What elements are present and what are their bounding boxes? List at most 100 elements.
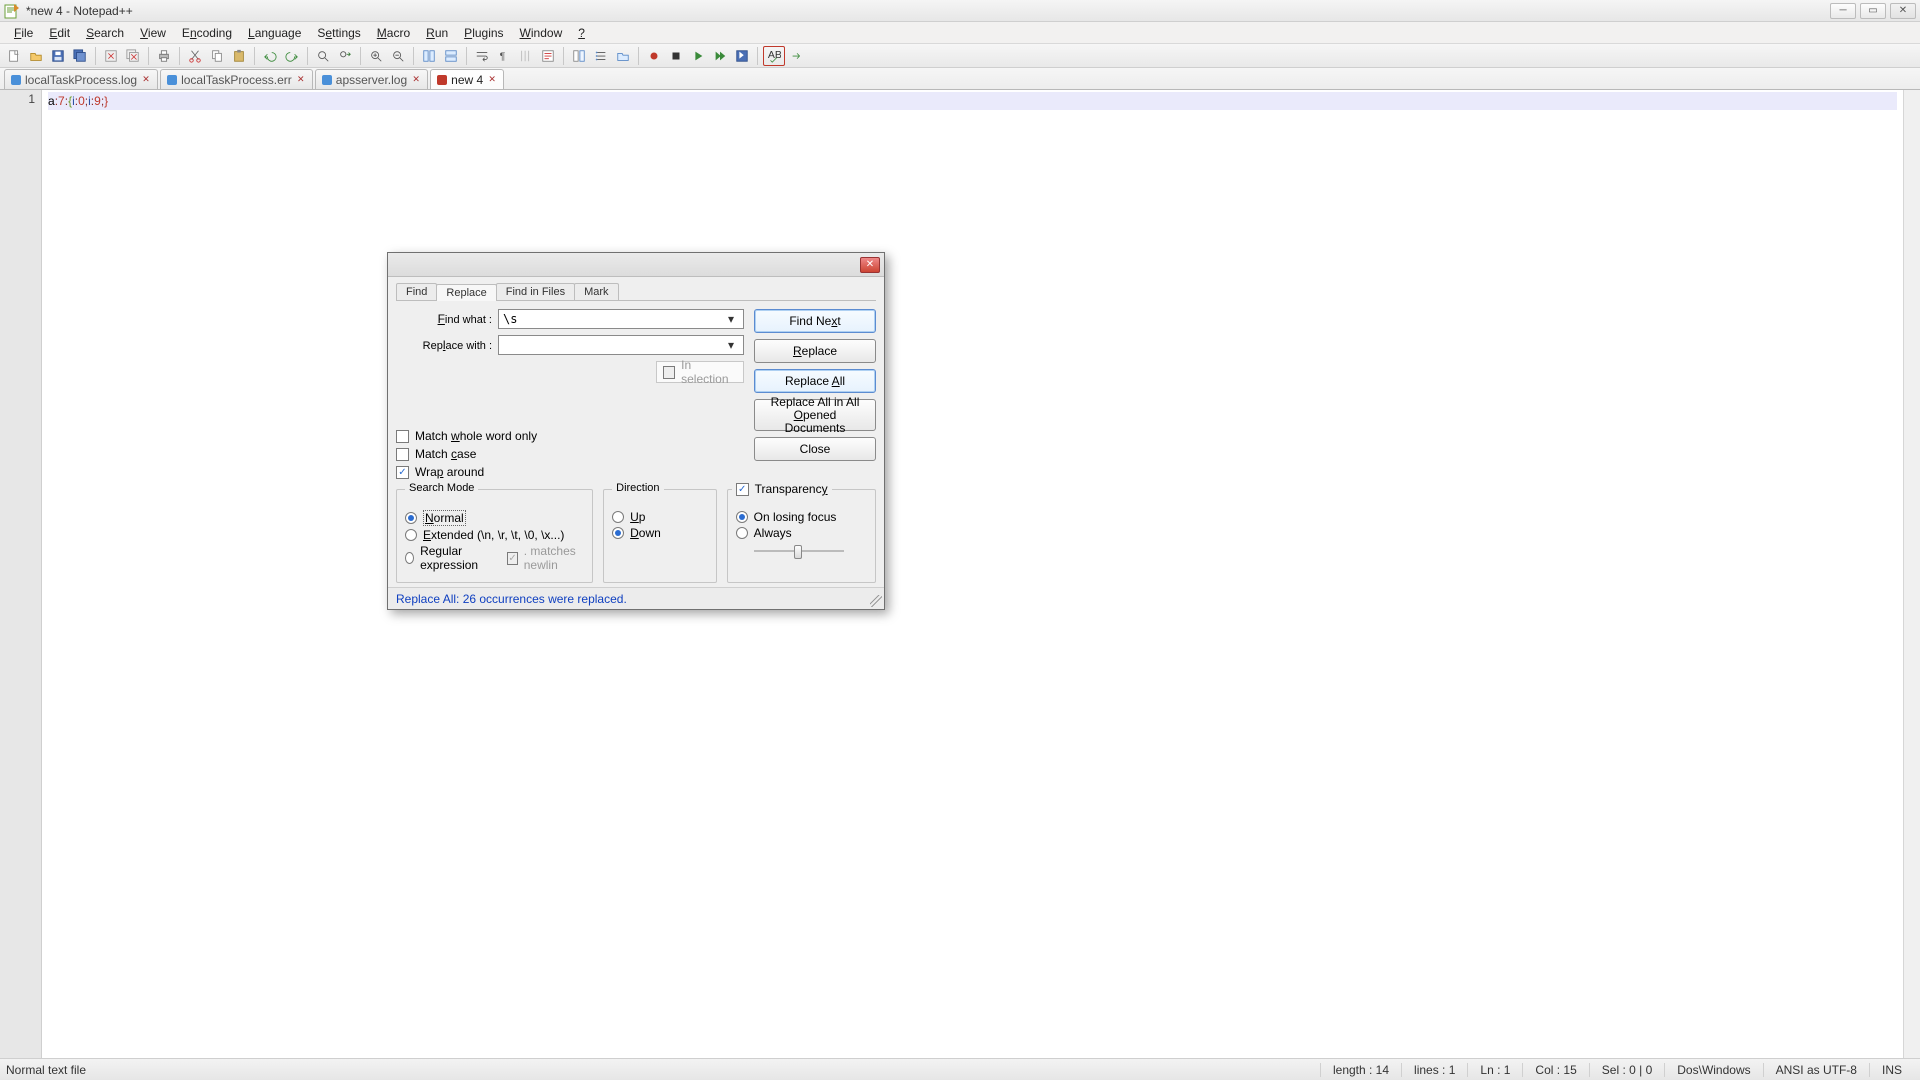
search-mode-regex[interactable]: Regular expression ✓. matches newlin	[405, 544, 584, 572]
doc-map-icon[interactable]	[569, 46, 589, 66]
dropdown-icon[interactable]: ▾	[723, 312, 739, 326]
find-icon[interactable]	[313, 46, 333, 66]
transparency-slider[interactable]	[754, 542, 844, 560]
dialog-tab-replace[interactable]: Replace	[436, 284, 496, 301]
close-tab-icon[interactable]: ✕	[141, 75, 151, 85]
menu-window[interactable]: Window	[512, 24, 571, 42]
file-tab[interactable]: localTaskProcess.log ✕	[4, 69, 158, 89]
dialog-tab-mark[interactable]: Mark	[574, 283, 618, 300]
spellcheck-icon[interactable]: ABC	[763, 46, 785, 66]
menu-file[interactable]: File	[6, 24, 41, 42]
save-all-icon[interactable]	[70, 46, 90, 66]
play-macro-icon[interactable]	[688, 46, 708, 66]
search-mode-extended[interactable]: Extended (\n, \r, \t, \0, \x...)	[405, 528, 584, 542]
menu-view[interactable]: View	[132, 24, 174, 42]
status-filetype: Normal text file	[6, 1063, 1320, 1077]
text-editor[interactable]: a:7:{i:0;i:9;}	[42, 90, 1903, 1058]
record-macro-icon[interactable]	[644, 46, 664, 66]
file-tab[interactable]: localTaskProcess.err ✕	[160, 69, 313, 89]
find-next-button[interactable]: Find Next	[754, 309, 876, 333]
print-icon[interactable]	[154, 46, 174, 66]
direction-up[interactable]: Up	[612, 510, 708, 524]
sync-hscroll-icon[interactable]	[441, 46, 461, 66]
menu-plugins[interactable]: Plugins	[456, 24, 511, 42]
menu-edit[interactable]: Edit	[41, 24, 78, 42]
close-tab-icon[interactable]: ✕	[411, 75, 421, 85]
transparency-always[interactable]: Always	[736, 526, 867, 540]
transparency-group: ✓Transparency On losing focus Always	[727, 489, 876, 583]
resize-grip-icon[interactable]	[870, 595, 882, 607]
menu-encoding[interactable]: Encoding	[174, 24, 240, 42]
replace-dialog: ✕ FindReplaceFind in FilesMark Find what…	[387, 252, 885, 610]
menu-settings[interactable]: Settings	[309, 24, 368, 42]
status-col: Col : 15	[1522, 1063, 1588, 1077]
file-tab[interactable]: new 4 ✕	[430, 69, 504, 89]
match-case-checkbox[interactable]: Match case	[396, 447, 744, 461]
window-title: *new 4 - Notepad++	[26, 4, 133, 18]
indent-guide-icon[interactable]	[516, 46, 536, 66]
close-button[interactable]: ✕	[1890, 3, 1916, 19]
dropdown-icon[interactable]: ▾	[723, 338, 739, 352]
direction-down[interactable]: Down	[612, 526, 708, 540]
open-file-icon[interactable]	[26, 46, 46, 66]
vertical-scrollbar[interactable]	[1903, 90, 1920, 1058]
show-all-chars-icon[interactable]: ¶	[494, 46, 514, 66]
replace-button[interactable]: Replace	[754, 339, 876, 363]
new-file-icon[interactable]	[4, 46, 24, 66]
zoom-out-icon[interactable]	[388, 46, 408, 66]
dialog-tab-find[interactable]: Find	[396, 283, 437, 300]
close-file-icon[interactable]	[101, 46, 121, 66]
undo-icon[interactable]	[260, 46, 280, 66]
dialog-close-icon[interactable]: ✕	[860, 257, 880, 273]
close-tab-icon[interactable]: ✕	[296, 75, 306, 85]
svg-text:ABC: ABC	[768, 49, 781, 61]
func-list-icon[interactable]	[591, 46, 611, 66]
dialog-close-button[interactable]: Close	[754, 437, 876, 461]
maximize-button[interactable]: ▭	[1860, 3, 1886, 19]
menu-macro[interactable]: Macro	[369, 24, 418, 42]
gutter: 1	[0, 90, 42, 1058]
save-icon[interactable]	[48, 46, 68, 66]
folder-panel-icon[interactable]	[613, 46, 633, 66]
close-all-icon[interactable]	[123, 46, 143, 66]
sync-vscroll-icon[interactable]	[419, 46, 439, 66]
menu-search[interactable]: Search	[78, 24, 132, 42]
menu-language[interactable]: Language	[240, 24, 309, 42]
line-number: 1	[0, 92, 35, 106]
match-whole-word-checkbox[interactable]: Match whole word only	[396, 429, 744, 443]
search-mode-normal[interactable]: Normal	[405, 510, 584, 526]
in-selection-checkbox: In selection	[656, 361, 744, 383]
menu-run[interactable]: Run	[418, 24, 456, 42]
close-tab-icon[interactable]: ✕	[487, 75, 497, 85]
dialog-tab-find-in-files[interactable]: Find in Files	[496, 283, 575, 300]
file-tab-label: new 4	[451, 73, 483, 87]
redo-icon[interactable]	[282, 46, 302, 66]
status-bar: Normal text file length : 14 lines : 1 L…	[0, 1058, 1920, 1080]
replace-with-input[interactable]: ▾	[498, 335, 744, 355]
file-tab-label: localTaskProcess.err	[181, 73, 292, 87]
replace-icon[interactable]	[335, 46, 355, 66]
replace-all-button[interactable]: Replace All	[754, 369, 876, 393]
next-misspell-icon[interactable]	[787, 46, 807, 66]
transparency-checkbox[interactable]: ✓Transparency	[736, 482, 828, 496]
file-tab[interactable]: apsserver.log✕	[315, 69, 428, 89]
stop-macro-icon[interactable]	[666, 46, 686, 66]
dialog-titlebar[interactable]: ✕	[388, 253, 884, 277]
status-ins: INS	[1869, 1063, 1914, 1077]
wordwrap-icon[interactable]	[472, 46, 492, 66]
play-multi-icon[interactable]	[710, 46, 730, 66]
save-macro-icon[interactable]	[732, 46, 752, 66]
menu-?[interactable]: ?	[570, 24, 593, 42]
find-what-input[interactable]: \s ▾	[498, 309, 744, 329]
wrap-around-checkbox[interactable]: ✓Wrap around	[396, 465, 744, 479]
minimize-button[interactable]: ─	[1830, 3, 1856, 19]
transparency-on-losing-focus[interactable]: On losing focus	[736, 510, 867, 524]
paste-icon[interactable]	[229, 46, 249, 66]
copy-icon[interactable]	[207, 46, 227, 66]
cut-icon[interactable]	[185, 46, 205, 66]
app-icon	[4, 3, 20, 19]
user-lang-icon[interactable]	[538, 46, 558, 66]
zoom-in-icon[interactable]	[366, 46, 386, 66]
replace-all-opened-button[interactable]: Replace All in All OpenedDocuments	[754, 399, 876, 431]
file-tab-label: localTaskProcess.log	[25, 73, 137, 87]
